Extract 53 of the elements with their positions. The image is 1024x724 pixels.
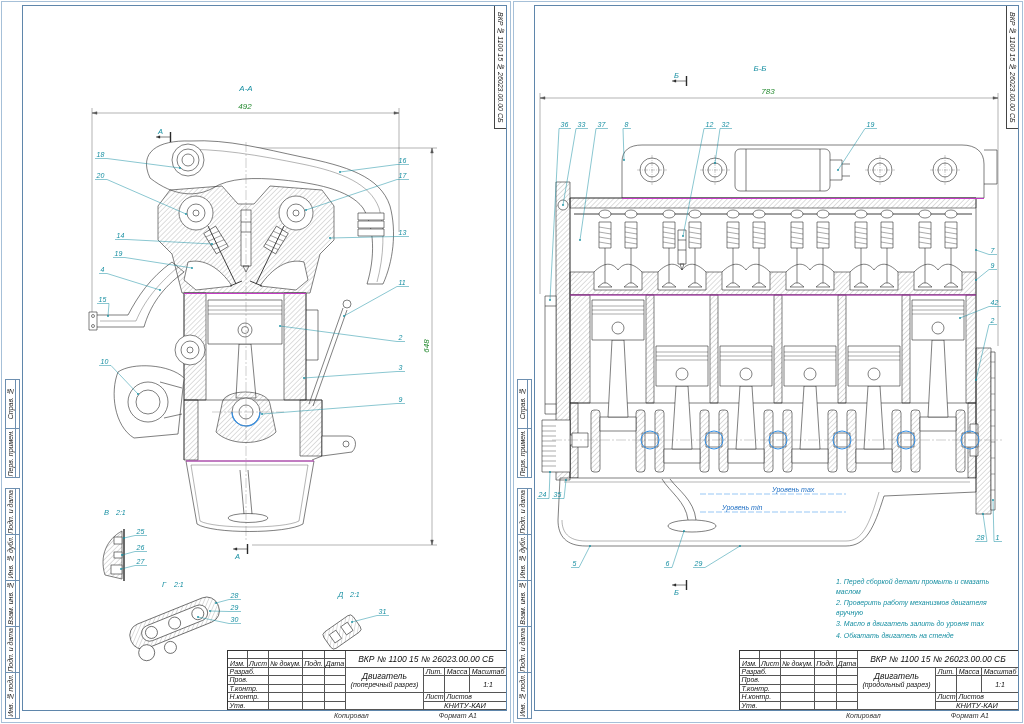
blank-field — [325, 701, 346, 710]
section-cut-mark — [671, 75, 688, 87]
section-title: Б-Б — [753, 64, 767, 73]
leader-line — [536, 471, 551, 499]
leader-line — [622, 128, 632, 161]
dimension-text: 783 — [761, 87, 775, 96]
leader-line — [570, 545, 591, 568]
leader-line — [663, 530, 685, 568]
blank-field — [303, 701, 325, 710]
blank-field — [303, 676, 325, 685]
leader-line — [992, 499, 1003, 542]
leader-line — [215, 599, 242, 604]
drawing-title: Двигатель — [362, 671, 407, 681]
leader-line — [351, 615, 390, 623]
blank-field — [815, 693, 837, 702]
section-cut-mark — [155, 131, 172, 143]
blank-field — [303, 684, 325, 694]
leader-line — [98, 365, 139, 395]
leader-line — [343, 286, 410, 317]
seal-detail-drawing — [102, 528, 125, 582]
leader-line — [96, 303, 110, 317]
blank-field — [325, 693, 346, 702]
leader-line — [959, 306, 1002, 319]
leader-line — [123, 535, 148, 539]
section-cut-mark — [232, 543, 249, 555]
blank-field — [815, 684, 837, 694]
blank-field — [303, 693, 325, 702]
blank-field — [837, 676, 858, 685]
leader-line — [121, 551, 148, 556]
leader-line — [837, 128, 878, 171]
leader-line — [974, 513, 988, 542]
dimension-text: 648 — [422, 339, 431, 353]
document-number: ВКР № 1100 15 № 26023.00.00 СБ — [358, 654, 494, 664]
leader-line — [551, 479, 567, 499]
blank-field — [837, 693, 858, 702]
leader-line — [975, 324, 998, 381]
leader-line — [197, 616, 242, 624]
blank-field — [325, 676, 346, 685]
drawing-title: Двигатель — [874, 671, 919, 681]
leader-line — [339, 164, 410, 173]
leader-line — [975, 249, 998, 255]
section-cut-mark — [671, 579, 688, 591]
blank-field — [837, 701, 858, 710]
leader-line — [975, 269, 998, 281]
leader-line — [98, 273, 161, 291]
leader-line — [692, 545, 741, 568]
blank-field — [815, 676, 837, 685]
dimension-text: 492 — [238, 102, 252, 111]
leader-line — [120, 565, 148, 570]
blank-field — [815, 701, 837, 710]
leader-line — [209, 610, 242, 612]
document-number: ВКР № 1100 15 № 26023.00.00 СБ — [870, 654, 1006, 664]
section-title: А-А — [239, 84, 253, 93]
